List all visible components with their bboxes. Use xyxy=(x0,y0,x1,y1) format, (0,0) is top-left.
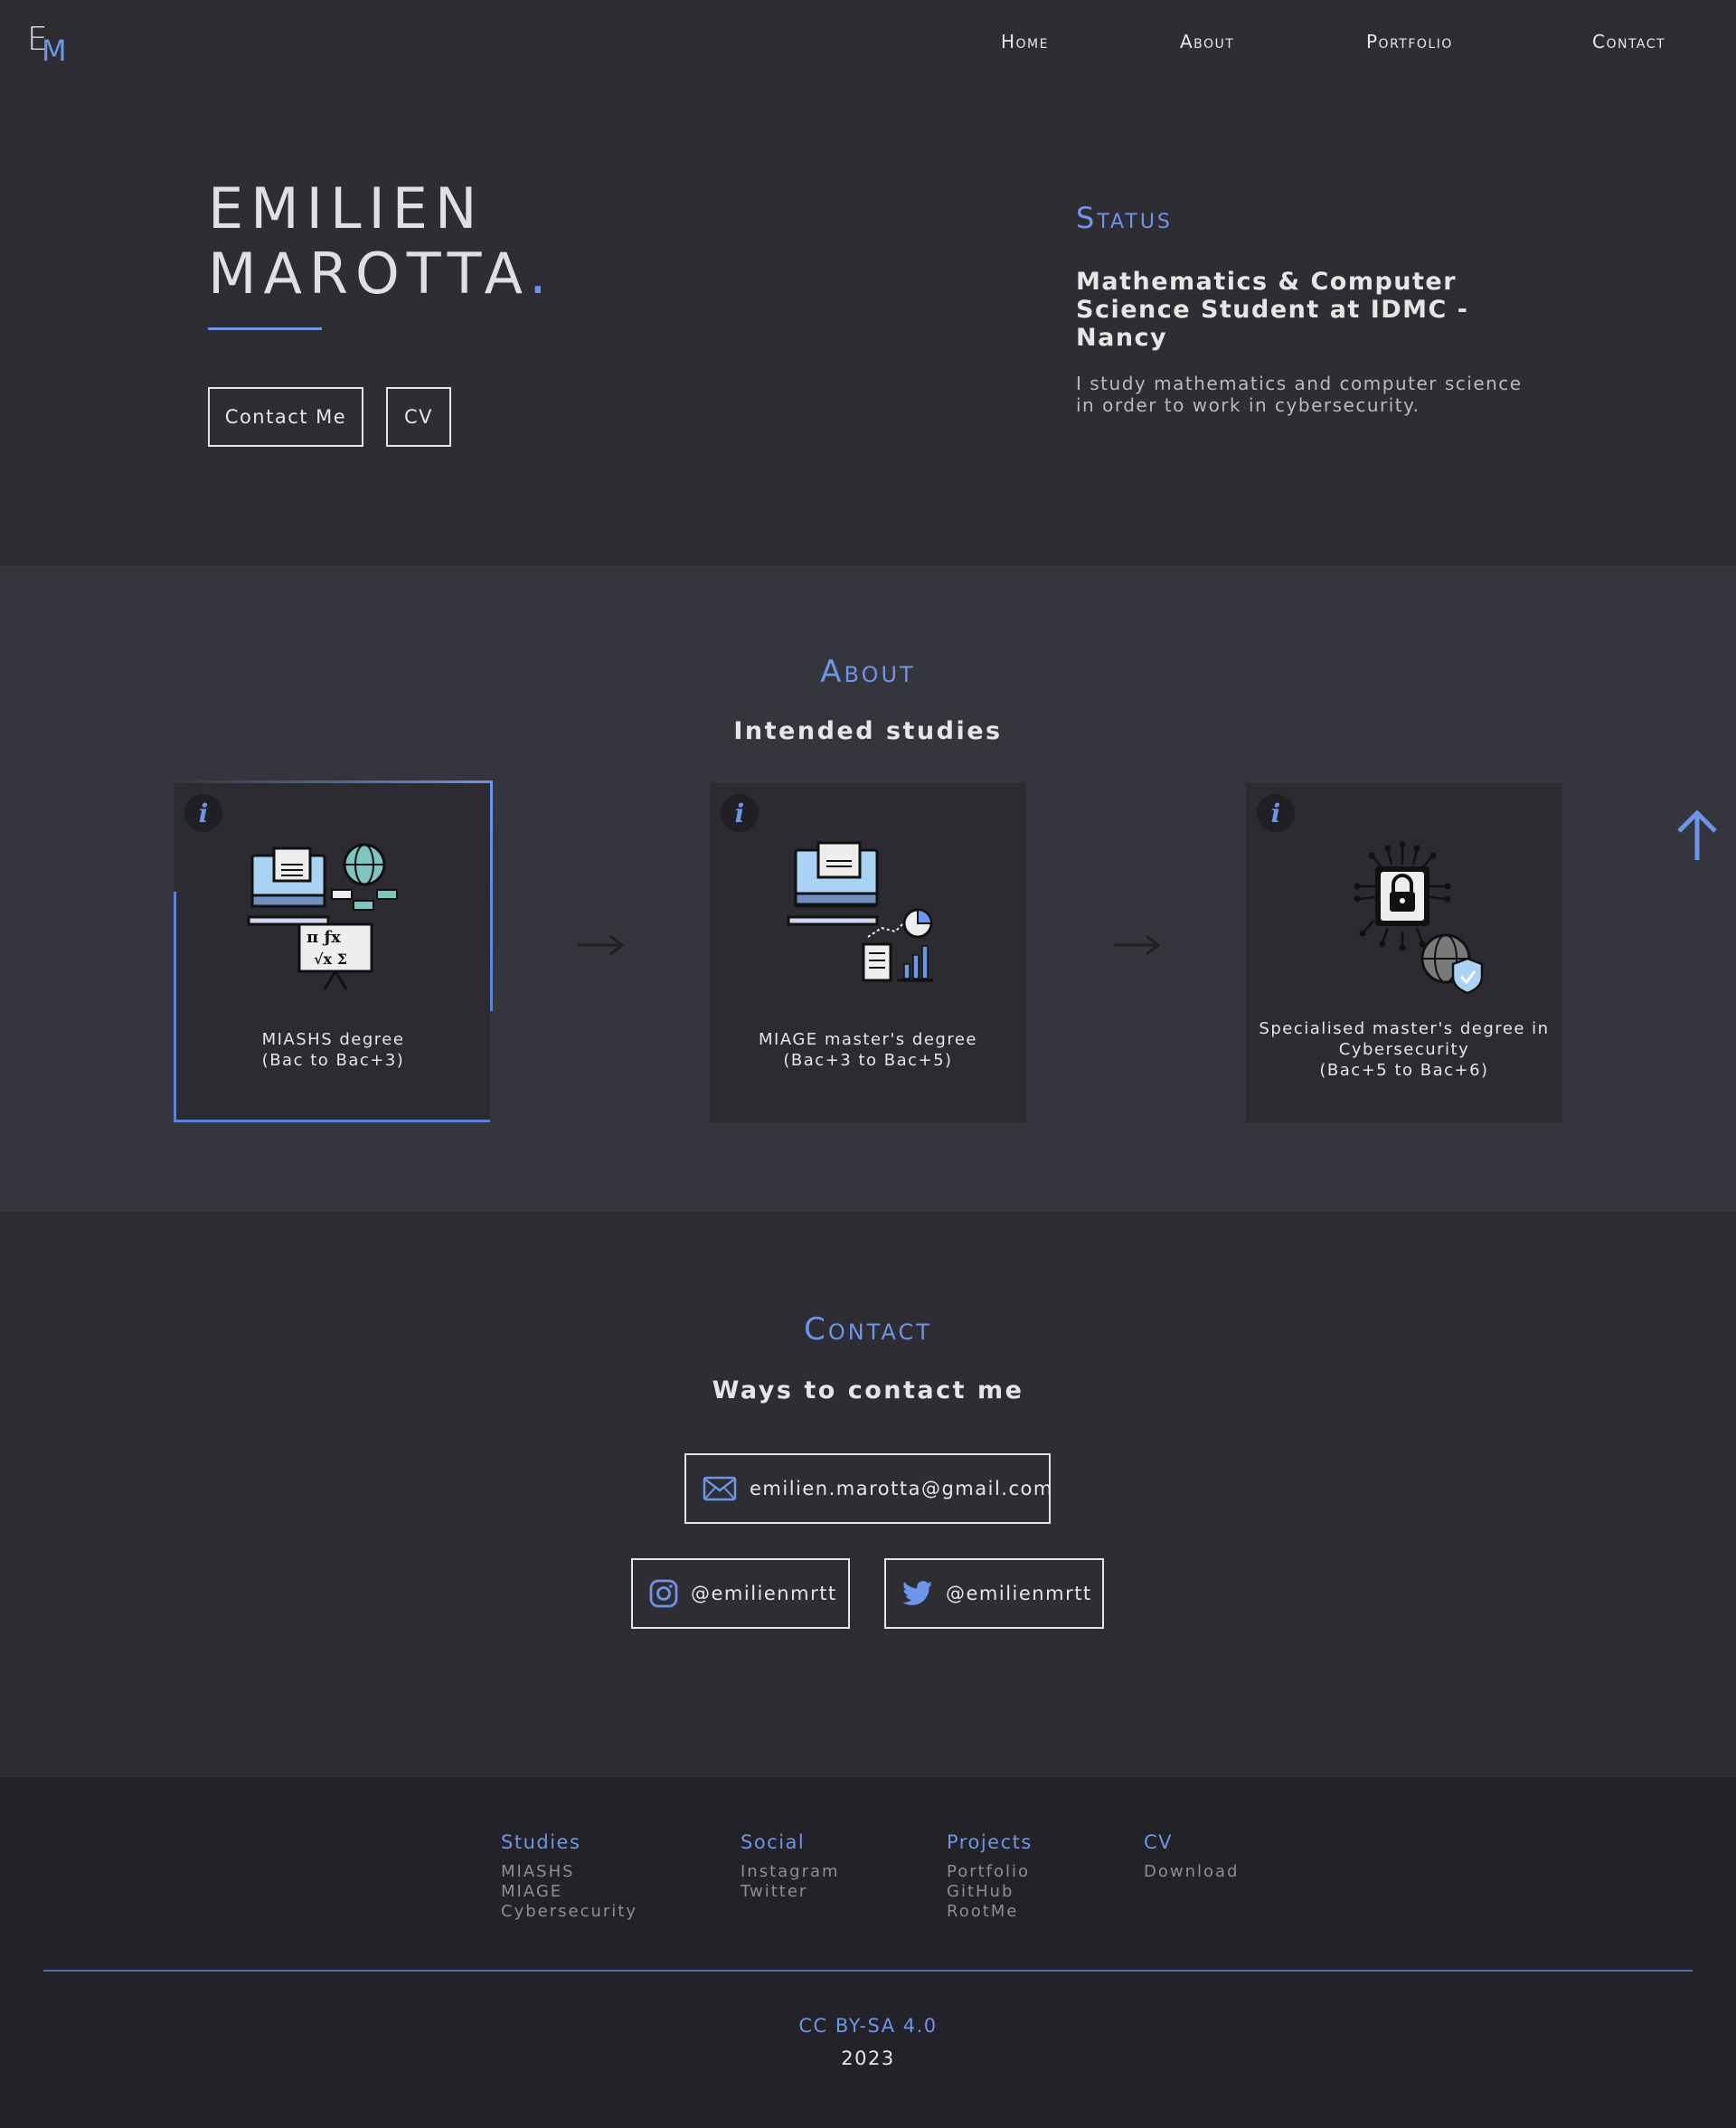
email-button[interactable]: emilien.marotta@gmail.com xyxy=(684,1453,1053,1524)
nav-contact-link[interactable]: Contact xyxy=(1592,31,1665,52)
nav-about-link[interactable]: About xyxy=(1180,31,1234,52)
study-card-years: (Bac+5 to Bac+6) xyxy=(1319,1061,1489,1080)
instagram-icon xyxy=(649,1579,678,1608)
info-icon[interactable]: i xyxy=(1257,794,1295,832)
email-address: emilien.marotta@gmail.com xyxy=(750,1478,1053,1499)
instagram-button[interactable]: @emilienmrtt xyxy=(631,1558,850,1629)
status-heading: Mathematics & Computer Science Student a… xyxy=(1076,268,1469,352)
license-link[interactable]: CC BY-SA 4.0 xyxy=(0,2015,1736,2037)
info-icon[interactable]: i xyxy=(721,794,759,832)
copyright-year: 2023 xyxy=(841,2048,895,2069)
cv-button[interactable]: CV xyxy=(386,387,451,447)
study-card-miashs[interactable]: i π ƒx √x Σ MIASHS degree (Bac to Bac+3) xyxy=(174,780,493,1122)
card-highlight-right xyxy=(490,780,493,1011)
svg-text:π ƒx: π ƒx xyxy=(307,928,341,947)
study-card-years: (Bac to Bac+3) xyxy=(261,1051,405,1070)
study-card-label: MIAGE master's degree (Bac+3 to Bac+5) xyxy=(710,1029,1026,1071)
mail-icon xyxy=(703,1476,737,1501)
contact-title: Contact xyxy=(804,1311,932,1348)
footer-link[interactable]: Download xyxy=(1144,1862,1239,1882)
footer-heading: CV xyxy=(1144,1831,1174,1853)
about-subtitle: Intended studies xyxy=(733,717,1003,745)
status-description: I study mathematics and computer science… xyxy=(1076,373,1523,416)
site-logo[interactable]: E M xyxy=(27,24,67,67)
study-card-label: MIASHS degree (Bac to Bac+3) xyxy=(176,1029,490,1071)
footer-heading: Social xyxy=(741,1831,806,1853)
footer-heading: Studies xyxy=(501,1831,581,1853)
study-card-title: MIASHS degree xyxy=(261,1030,405,1049)
card-highlight-top xyxy=(176,780,493,783)
site-footer: Studies MIASHS MIAGE Cybersecurity Socia… xyxy=(0,1777,1736,2128)
footer-link[interactable]: MIASHS xyxy=(501,1862,637,1882)
top-nav: E M Home About Portfolio Contact xyxy=(0,0,1736,90)
status-title: Status xyxy=(1076,201,1173,235)
twitter-button[interactable]: @emilienmrtt xyxy=(884,1558,1104,1629)
footer-column-projects: Projects Portfolio GitHub RootMe xyxy=(947,1831,1033,1922)
study-card-cybersecurity[interactable]: i Specialised master's degree in Cyberse… xyxy=(1246,783,1562,1122)
svg-text:√x Σ: √x Σ xyxy=(314,951,347,968)
study-card-field: Cybersecurity xyxy=(1338,1040,1470,1059)
study-card-years: (Bac+3 to Bac+5) xyxy=(783,1051,953,1070)
footer-link[interactable]: GitHub xyxy=(947,1882,1033,1902)
hero-name-last: MAROTTA xyxy=(208,241,529,307)
footer-column-cv: CV Download xyxy=(1144,1831,1239,1882)
footer-divider xyxy=(43,1970,1693,1972)
footer-link[interactable]: Instagram xyxy=(741,1862,840,1882)
footer-link[interactable]: Portfolio xyxy=(947,1862,1033,1882)
footer-link[interactable]: RootMe xyxy=(947,1902,1033,1922)
study-card-label: Specialised master's degree in Cybersecu… xyxy=(1246,1018,1562,1081)
instagram-handle: @emilienmrtt xyxy=(691,1583,837,1604)
study-card-title: MIAGE master's degree xyxy=(759,1030,977,1049)
arrow-right-icon xyxy=(1114,934,1161,956)
contact-section: Contact Ways to contact me emilien.marot… xyxy=(0,1212,1736,1777)
hero-section: EMILIEN MAROTTA. Contact Me CV Status Ma… xyxy=(0,90,1736,565)
study-card-title: Specialised master's degree in xyxy=(1259,1019,1550,1038)
card-highlight-left-gap xyxy=(174,783,176,892)
about-title: About xyxy=(820,654,916,690)
hero-name-dot: . xyxy=(528,241,554,307)
footer-column-social: Social Instagram Twitter xyxy=(741,1831,840,1902)
data-computer-icon xyxy=(787,841,933,982)
info-icon[interactable]: i xyxy=(184,794,222,832)
twitter-icon xyxy=(902,1581,933,1605)
security-lock-icon xyxy=(1354,841,1484,995)
contact-subtitle: Ways to contact me xyxy=(712,1376,1024,1404)
hero-name: EMILIEN MAROTTA. xyxy=(208,176,554,307)
footer-link[interactable]: Cybersecurity xyxy=(501,1902,637,1922)
logo-letter-m: M xyxy=(42,33,67,68)
hero-name-first: EMILIEN xyxy=(208,175,485,241)
footer-heading: Projects xyxy=(947,1831,1033,1853)
arrow-right-icon xyxy=(578,934,625,956)
scroll-to-top-icon[interactable] xyxy=(1675,808,1720,862)
footer-link[interactable]: Twitter xyxy=(741,1882,840,1902)
nav-portfolio-link[interactable]: Portfolio xyxy=(1366,31,1453,52)
twitter-handle: @emilienmrtt xyxy=(946,1583,1092,1604)
footer-link[interactable]: MIAGE xyxy=(501,1882,637,1902)
about-section: About Intended studies i π ƒx √x Σ MIASH… xyxy=(0,565,1736,1212)
nav-home-link[interactable]: Home xyxy=(1001,31,1049,52)
contact-me-button[interactable]: Contact Me xyxy=(208,387,363,447)
math-computer-icon: π ƒx √x Σ xyxy=(247,843,398,990)
hero-underline xyxy=(208,327,322,330)
study-card-miage[interactable]: i MIAGE master's degree (Bac+3 to Bac+5) xyxy=(710,783,1026,1122)
footer-column-studies: Studies MIASHS MIAGE Cybersecurity xyxy=(501,1831,637,1922)
